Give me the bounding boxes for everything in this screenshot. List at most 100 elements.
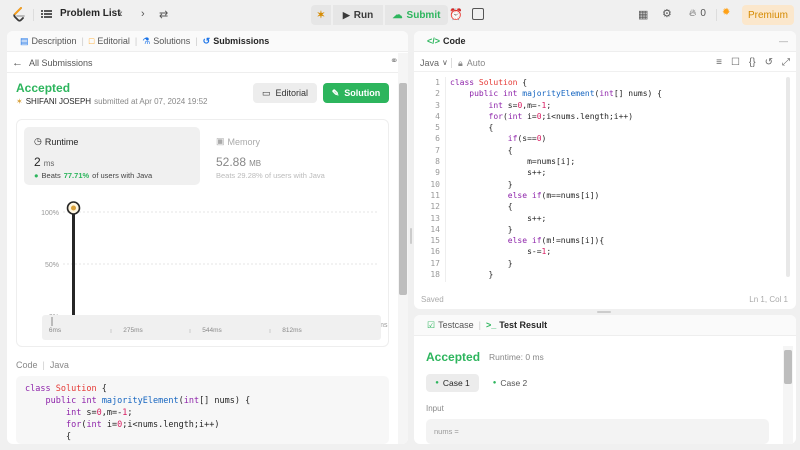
problem-list-label: Problem List	[60, 8, 121, 19]
all-submissions-link[interactable]: ← All Submissions	[12, 57, 93, 69]
history-icon: ↺	[202, 35, 211, 46]
settings-gear-icon[interactable]: ⚙	[662, 7, 672, 20]
divider	[33, 9, 34, 21]
y-tick-label: 100%	[41, 210, 59, 217]
runtime-bar[interactable]	[72, 212, 75, 316]
language-select[interactable]: Java ∨	[420, 58, 448, 68]
shuffle-icon[interactable]: ⇄	[159, 8, 168, 21]
pass-dot-icon: ●	[435, 380, 439, 386]
code-line: class Solution {	[450, 78, 528, 87]
leetcode-logo-icon[interactable]	[12, 7, 26, 23]
runtime-beats-pct: 77.71%	[63, 171, 90, 180]
avatar-icon[interactable]: ✹	[722, 7, 730, 18]
tab-test-result[interactable]: >_ Test Result	[481, 320, 552, 330]
runtime-box[interactable]: ◷ Runtime 2 ms ● Beats 77.71% of users w…	[24, 127, 200, 185]
case-2-button[interactable]: ● Case 2	[486, 374, 534, 392]
code-line: public int majorityElement(int[] nums) {	[45, 396, 251, 406]
editorial-button[interactable]: ▭ Editorial	[253, 83, 317, 103]
code-line: }	[450, 258, 513, 268]
tab-code[interactable]: </> Code	[422, 36, 471, 46]
panel-resize-handle[interactable]	[597, 311, 611, 313]
book-open-icon: ▭	[261, 87, 271, 98]
layout-grid-icon[interactable]: ▦	[638, 8, 648, 21]
scrollbar-thumb[interactable]	[399, 83, 407, 295]
tab-solutions[interactable]: ⚗ Solutions	[137, 36, 195, 47]
test-scrollbar[interactable]	[783, 346, 793, 444]
dash-icon[interactable]: —	[779, 36, 788, 46]
expand-icon[interactable]: ⤢	[782, 57, 790, 68]
auto-toggle[interactable]: 🔒︎ Auto	[458, 58, 485, 69]
range-slider[interactable]: 6ms 275ms 544ms 812ms	[42, 315, 381, 340]
book-icon: □	[88, 36, 95, 46]
editor-scrollbar[interactable]	[786, 77, 790, 277]
test-runtime: Runtime: 0 ms	[489, 352, 544, 362]
auto-label: Auto	[466, 58, 486, 68]
line-number: 15	[430, 236, 440, 246]
divider	[451, 58, 452, 68]
memory-beats: Beats 29.28% of users with Java	[216, 171, 325, 180]
share-link-icon[interactable]: ⚭	[390, 56, 398, 67]
alarm-clock-icon[interactable]: ⏰	[449, 7, 463, 21]
line-number: 17	[430, 258, 440, 268]
code-line: s++;	[450, 168, 547, 178]
note-icon[interactable]	[472, 8, 484, 20]
submit-button[interactable]: ☁ Submit	[385, 5, 448, 25]
range-handle[interactable]	[51, 317, 53, 326]
line-number: 2	[435, 89, 440, 99]
submit-label: Submit	[406, 9, 441, 21]
submitted-code-block[interactable]: class Solution { public int majorityElem…	[16, 376, 389, 444]
window-controls: —	[779, 36, 796, 46]
chevron-left-icon[interactable]: ‹	[119, 8, 123, 20]
chevron-right-icon[interactable]: ›	[141, 8, 145, 20]
premium-button[interactable]: Premium	[742, 5, 794, 25]
tab-editorial[interactable]: □ Editorial	[84, 36, 135, 46]
input-box[interactable]: nums =	[426, 419, 769, 444]
stats-card: ◷ Runtime 2 ms ● Beats 77.71% of users w…	[16, 119, 389, 347]
streak-counter[interactable]: 🔥︎ 0	[689, 8, 706, 19]
tab-testcase-label: Testcase	[438, 320, 474, 330]
memory-label: Memory	[227, 136, 261, 147]
bookmark-icon[interactable]: ☐	[731, 57, 740, 68]
code-line: {	[450, 123, 494, 133]
run-button[interactable]: ▶ Run	[333, 5, 383, 25]
line-number: 14	[430, 224, 440, 234]
code-line: s++;	[450, 213, 547, 223]
braces-icon[interactable]: {}	[749, 57, 756, 68]
saved-status: Saved	[421, 295, 444, 304]
tab-testcase[interactable]: ☑ Testcase	[422, 320, 479, 331]
code-line: if(s==0)	[507, 134, 547, 144]
tab-solutions-label: Solutions	[153, 36, 191, 46]
test-scrollbar-thumb[interactable]	[784, 350, 792, 384]
pass-dot-icon: ●	[492, 380, 497, 386]
code-line: else if(m!=nums[i]){	[507, 236, 605, 246]
case-1-button[interactable]: ● Case 1	[426, 374, 479, 392]
line-number: 3	[435, 100, 440, 110]
vertical-resize-handle[interactable]	[410, 228, 412, 244]
format-icon[interactable]: ≡	[716, 57, 722, 68]
code-editor[interactable]: class Solution { public int majorityElem…	[450, 77, 662, 280]
line-number: 12	[430, 202, 440, 212]
runtime-beats-suffix: of users with Java	[92, 171, 153, 180]
submitted-time: submitted at Apr 07, 2024 19:52	[94, 97, 208, 106]
debug-button[interactable]: ✶	[311, 5, 331, 25]
reset-icon[interactable]: ↺	[765, 57, 773, 68]
runtime-unit: ms	[43, 159, 55, 168]
memory-box[interactable]: ▣ Memory 52.88 MB Beats 29.28% of users …	[208, 127, 384, 185]
edit-icon: ✎	[331, 87, 340, 98]
user-avatar-icon: ✶	[16, 97, 23, 106]
code-line: for(int i=0;i<nums.length;i++)	[65, 420, 220, 430]
code-line: int s=0,m=-1;	[65, 408, 133, 418]
solution-button-label: Solution	[344, 88, 381, 98]
tab-submissions[interactable]: ↺ Submissions	[198, 36, 275, 47]
solution-button[interactable]: ✎ Solution	[323, 83, 389, 103]
tab-code-label: Code	[443, 36, 466, 46]
submission-status: Accepted	[16, 81, 71, 95]
tab-description[interactable]: ▤ Description	[15, 36, 82, 47]
submitted-code: class Solution { public int majorityElem…	[25, 383, 250, 443]
username[interactable]: SHIFANI JOSEPH	[26, 97, 91, 106]
flask-icon: ⚗	[142, 35, 151, 46]
problem-list-button[interactable]: Problem List	[41, 8, 121, 19]
range-tick-label: 544ms	[202, 327, 222, 334]
tab-description-label: Description	[31, 36, 77, 46]
scrollbar-track[interactable]	[398, 53, 408, 444]
